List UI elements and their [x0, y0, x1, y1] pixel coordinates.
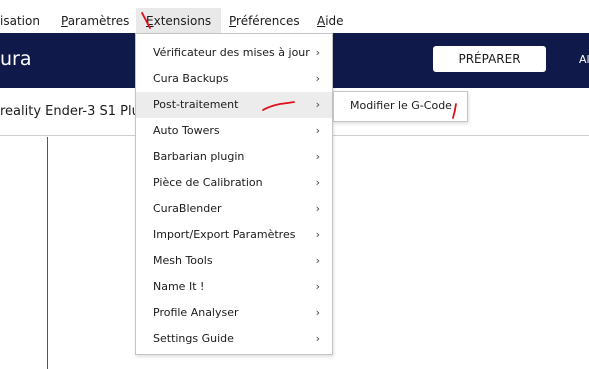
app-logo-text: ura: [0, 48, 32, 70]
menu-parametres[interactable]: Paramètres: [61, 13, 129, 29]
menu-item-auto-towers[interactable]: Auto Towers ›: [136, 118, 332, 144]
menu-item-curablender[interactable]: CuraBlender ›: [136, 196, 332, 222]
menu-item-barbarian-plugin[interactable]: Barbarian plugin ›: [136, 144, 332, 170]
menu-item-post-processing[interactable]: Post-traitement ›: [136, 92, 332, 118]
printer-selector[interactable]: reality Ender-3 S1 Plus: [0, 103, 147, 120]
chevron-right-icon: ›: [315, 332, 320, 345]
menu-item-label: Mesh Tools: [153, 254, 213, 267]
menu-item-mesh-tools[interactable]: Mesh Tools ›: [136, 248, 332, 274]
menu-item-modify-gcode[interactable]: Modifier le G-Code: [350, 98, 452, 114]
menu-item-label: Post-traitement: [153, 98, 239, 111]
chevron-right-icon: ›: [315, 202, 320, 215]
menu-item-calibration-piece[interactable]: Pièce de Calibration ›: [136, 170, 332, 196]
next-stage-tab[interactable]: Al: [579, 53, 589, 67]
menu-parametres-mnemonic: P: [61, 14, 68, 28]
menu-item-settings-guide[interactable]: Settings Guide ›: [136, 326, 332, 352]
chevron-right-icon: ›: [315, 280, 320, 293]
menu-preferences-label: références: [236, 14, 300, 28]
chevron-right-icon: ›: [315, 124, 320, 137]
menu-item-label: Vérificateur des mises à jour: [153, 46, 310, 59]
menu-extensions[interactable]: Extensions: [136, 8, 222, 33]
prepare-button[interactable]: PRÉPARER: [433, 46, 546, 72]
menu-item-label: Cura Backups: [153, 72, 229, 85]
menu-utilisation[interactable]: isation: [0, 13, 40, 29]
menu-item-label: Import/Export Paramètres: [153, 228, 296, 241]
menu-item-import-export-settings[interactable]: Import/Export Paramètres ›: [136, 222, 332, 248]
menu-item-label: Auto Towers: [153, 124, 220, 137]
menu-item-profile-analyser[interactable]: Profile Analyser ›: [136, 300, 332, 326]
menu-bar: isation Paramètres Extensions Préférence…: [0, 0, 589, 33]
chevron-right-icon: ›: [315, 150, 320, 163]
menu-parametres-label: aramètres: [67, 14, 130, 28]
menu-aide-mnemonic: A: [317, 14, 326, 28]
build-plate-edge: [47, 137, 48, 369]
menu-utilisation-label: isation: [0, 14, 40, 28]
menu-preferences-mnemonic: P: [229, 14, 237, 28]
extensions-dropdown: Vérificateur des mises à jour › Cura Bac…: [135, 33, 333, 355]
menu-aide-label: ide: [325, 14, 344, 28]
menu-extensions-mnemonic: E: [146, 14, 154, 28]
chevron-right-icon: ›: [315, 72, 320, 85]
menu-item-label: Barbarian plugin: [153, 150, 245, 163]
post-processing-submenu: Modifier le G-Code: [333, 91, 468, 122]
menu-item-label: CuraBlender: [153, 202, 222, 215]
menu-extensions-label: xtensions: [153, 14, 212, 28]
chevron-right-icon: ›: [315, 176, 320, 189]
menu-item-label: Settings Guide: [153, 332, 234, 345]
chevron-right-icon: ›: [315, 46, 320, 59]
menu-item-update-checker[interactable]: Vérificateur des mises à jour ›: [136, 40, 332, 66]
menu-item-label: Pièce de Calibration: [153, 176, 263, 189]
chevron-right-icon: ›: [315, 254, 320, 267]
chevron-right-icon: ›: [315, 228, 320, 241]
menu-aide[interactable]: Aide: [317, 13, 344, 29]
menu-item-label: Profile Analyser: [153, 306, 239, 319]
menu-preferences[interactable]: Préférences: [229, 13, 300, 29]
chevron-right-icon: ›: [315, 306, 320, 319]
menu-item-name-it[interactable]: Name It ! ›: [136, 274, 332, 300]
chevron-right-icon: ›: [315, 98, 320, 111]
menu-item-label: Name It !: [153, 280, 205, 293]
menu-item-cura-backups[interactable]: Cura Backups ›: [136, 66, 332, 92]
